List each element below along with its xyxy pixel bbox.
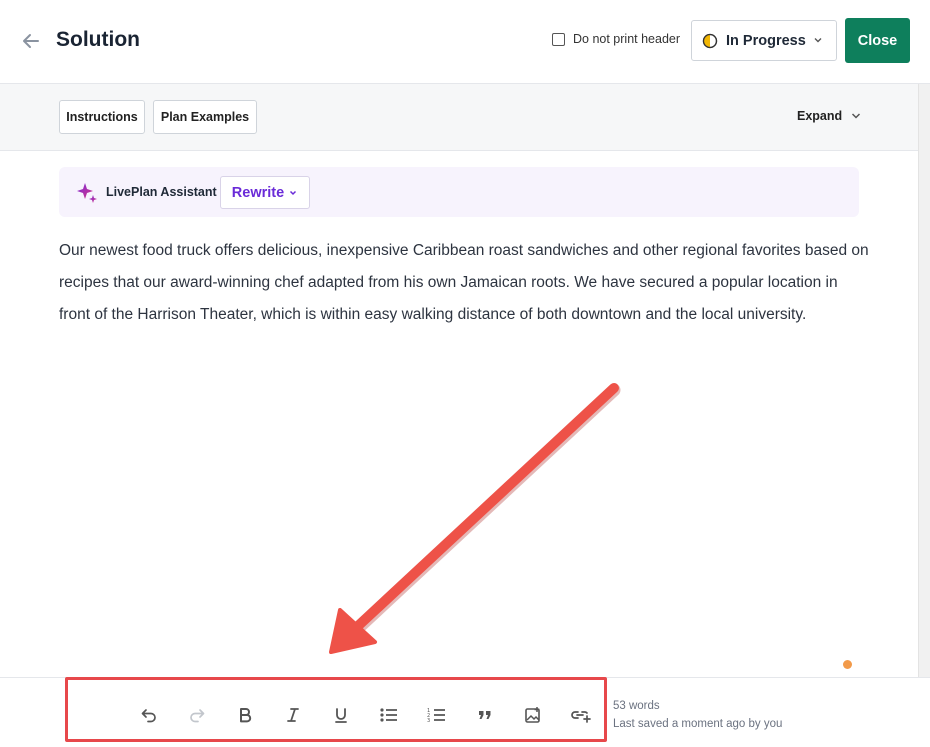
page-header: Solution Do not print header In Progress… [0,0,930,84]
editor-toolbar: 123 [65,677,607,742]
chevron-down-icon [290,190,297,195]
close-button[interactable]: Close [845,18,910,63]
instructions-button[interactable]: Instructions [59,100,145,134]
plan-examples-button[interactable]: Plan Examples [153,100,257,134]
liveplan-assistant-bar: LivePlan Assistant Rewrite [59,167,859,217]
redo-icon[interactable] [186,704,208,726]
do-not-print-header-label: Do not print header [573,32,681,46]
status-dropdown[interactable]: In Progress [691,20,837,61]
word-count: 53 words [613,700,660,712]
svg-text:3: 3 [427,718,430,724]
undo-icon[interactable] [138,704,160,726]
quote-icon[interactable] [474,704,496,726]
underline-icon[interactable] [330,704,352,726]
scrollbar[interactable] [918,84,930,677]
bold-icon[interactable] [234,704,256,726]
expand-button[interactable]: Expand [797,109,862,123]
chevron-down-icon [852,113,861,119]
editor-content[interactable]: Our newest food truck offers delicious, … [59,235,869,331]
bullet-list-icon[interactable] [378,704,400,726]
rewrite-label: Rewrite [231,184,285,201]
numbered-list-icon[interactable]: 123 [426,704,448,726]
section-toolbar: Instructions Plan Examples Expand [0,84,918,151]
chevron-down-icon [814,38,822,43]
insert-image-icon[interactable] [522,704,544,726]
insert-link-icon[interactable] [570,704,592,726]
do-not-print-header-checkbox[interactable]: Do not print header [552,32,680,46]
assistant-name: LivePlan Assistant [106,185,217,199]
status-dot [843,660,852,669]
checkbox-box[interactable] [552,32,565,46]
expand-label: Expand [797,109,843,123]
half-circle-status-icon [702,33,718,48]
last-saved-status: Last saved a moment ago by you [613,718,783,730]
status-label: In Progress [726,32,806,49]
footer-info: 53 words Last saved a moment ago by you [613,697,782,733]
italic-icon[interactable] [282,704,304,726]
sparkle-icon [77,183,97,203]
back-arrow-icon[interactable] [18,28,44,54]
rewrite-dropdown[interactable]: Rewrite [220,176,310,209]
page-title: Solution [56,28,140,51]
